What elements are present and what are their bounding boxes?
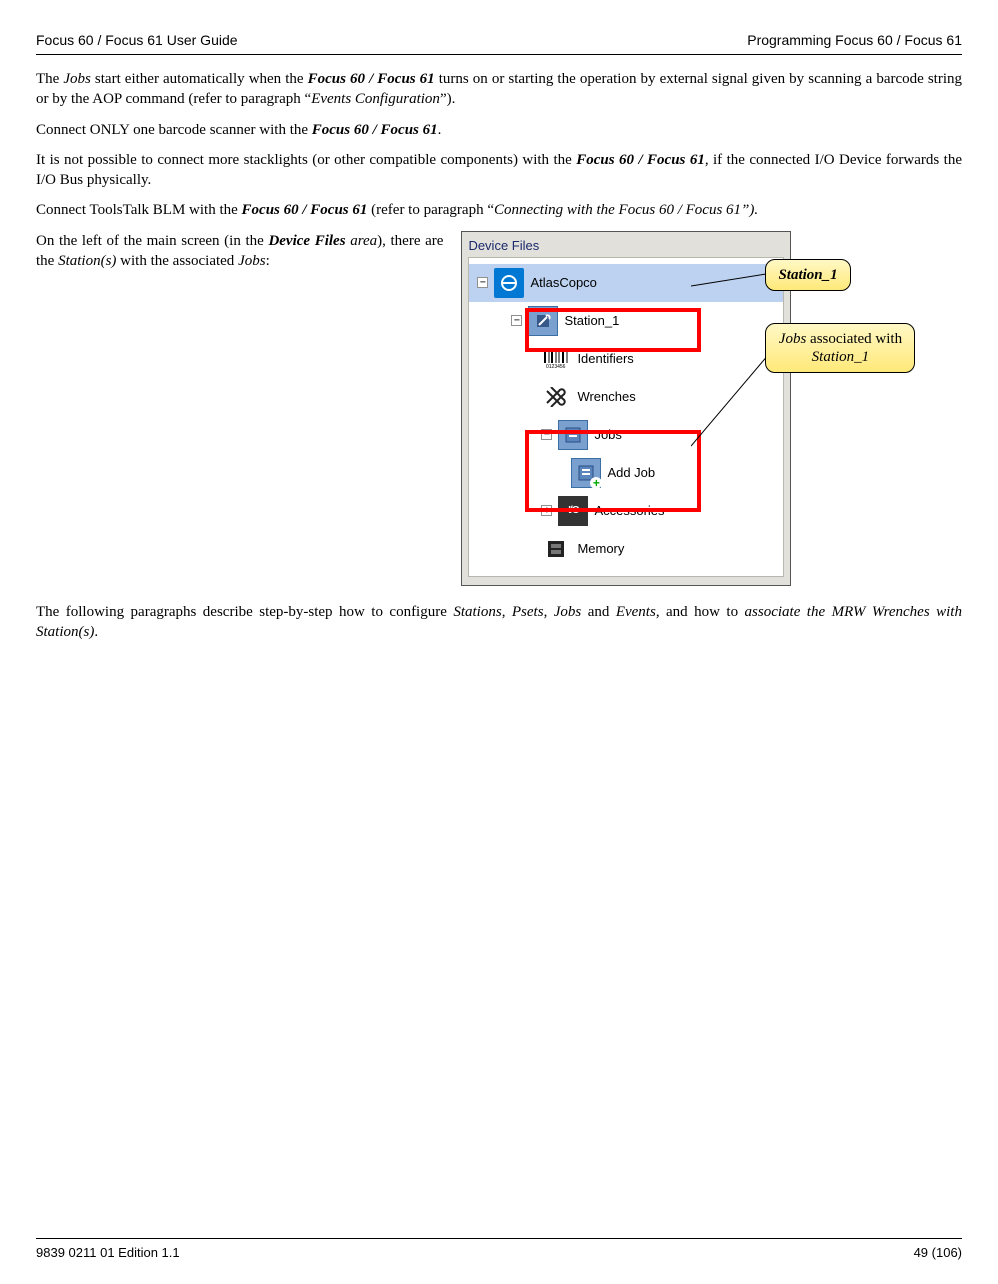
footer-divider <box>36 1238 962 1239</box>
tree-station-label: Station_1 <box>564 313 619 328</box>
svg-text:0123456: 0123456 <box>546 364 566 369</box>
wrench-icon <box>541 382 571 412</box>
tree-jobs-label: Jobs <box>594 427 621 442</box>
add-job-icon: + <box>571 458 601 488</box>
atlascopco-logo-icon <box>494 268 524 298</box>
tree-station-1[interactable]: − Station_1 <box>469 302 783 340</box>
collapse-icon[interactable]: − <box>477 277 488 288</box>
tree-root-atlascopco[interactable]: − AtlasCopco <box>469 264 783 302</box>
paragraph-5: On the left of the main screen (in the D… <box>36 231 443 272</box>
callout-station-1: Station_1 <box>765 259 850 291</box>
paragraph-3: It is not possible to connect more stack… <box>36 150 962 191</box>
expand-icon[interactable]: + <box>541 505 552 516</box>
jobs-icon <box>558 420 588 450</box>
footer-left: 9839 0211 01 Edition 1.1 <box>36 1245 180 1260</box>
panel-title: Device Files <box>462 238 790 253</box>
tree-wrenches-label: Wrenches <box>577 389 635 404</box>
page-header: Focus 60 / Focus 61 User Guide Programmi… <box>36 32 962 48</box>
page-footer: 9839 0211 01 Edition 1.1 49 (106) <box>36 1238 962 1260</box>
paragraph-4: Connect ToolsTalk BLM with the Focus 60 … <box>36 200 962 220</box>
screenshot-column: Device Files − AtlasCopco − <box>461 231 962 586</box>
paragraph-2: Connect ONLY one barcode scanner with th… <box>36 120 962 140</box>
tree-accessories[interactable]: + I/O Accessories <box>469 492 783 530</box>
header-right: Programming Focus 60 / Focus 61 <box>747 32 962 48</box>
barcode-icon: 0123456 <box>541 344 571 374</box>
paragraph-6: The following paragraphs describe step-b… <box>36 602 962 643</box>
tree-accessories-label: Accessories <box>594 503 664 518</box>
callout-jobs-associated: Jobs associated with Station_1 <box>765 323 915 373</box>
tree-view: − AtlasCopco − Station_1 <box>468 257 784 577</box>
tree-wrenches[interactable]: Wrenches <box>469 378 783 416</box>
collapse-icon[interactable]: − <box>541 429 552 440</box>
tree-add-job-label: Add Job <box>607 465 655 480</box>
io-icon: I/O <box>558 496 588 526</box>
tree-identifiers[interactable]: 0123456 Identifiers <box>469 340 783 378</box>
device-files-screenshot: Device Files − AtlasCopco − <box>461 231 791 586</box>
header-left: Focus 60 / Focus 61 User Guide <box>36 32 238 48</box>
tree-add-job[interactable]: + Add Job <box>469 454 783 492</box>
tree-memory-label: Memory <box>577 541 624 556</box>
plus-badge-icon: + <box>590 477 602 489</box>
station-icon <box>528 306 558 336</box>
tree-jobs[interactable]: − Jobs <box>469 416 783 454</box>
header-divider <box>36 54 962 55</box>
collapse-icon[interactable]: − <box>511 315 522 326</box>
tree-identifiers-label: Identifiers <box>577 351 633 366</box>
footer-right: 49 (106) <box>914 1245 962 1260</box>
text-and-screenshot-row: On the left of the main screen (in the D… <box>36 231 962 586</box>
memory-icon <box>541 534 571 564</box>
paragraph-1: The Jobs start either automatically when… <box>36 69 962 110</box>
tree-memory[interactable]: Memory <box>469 530 783 568</box>
tree-root-label: AtlasCopco <box>530 275 596 290</box>
